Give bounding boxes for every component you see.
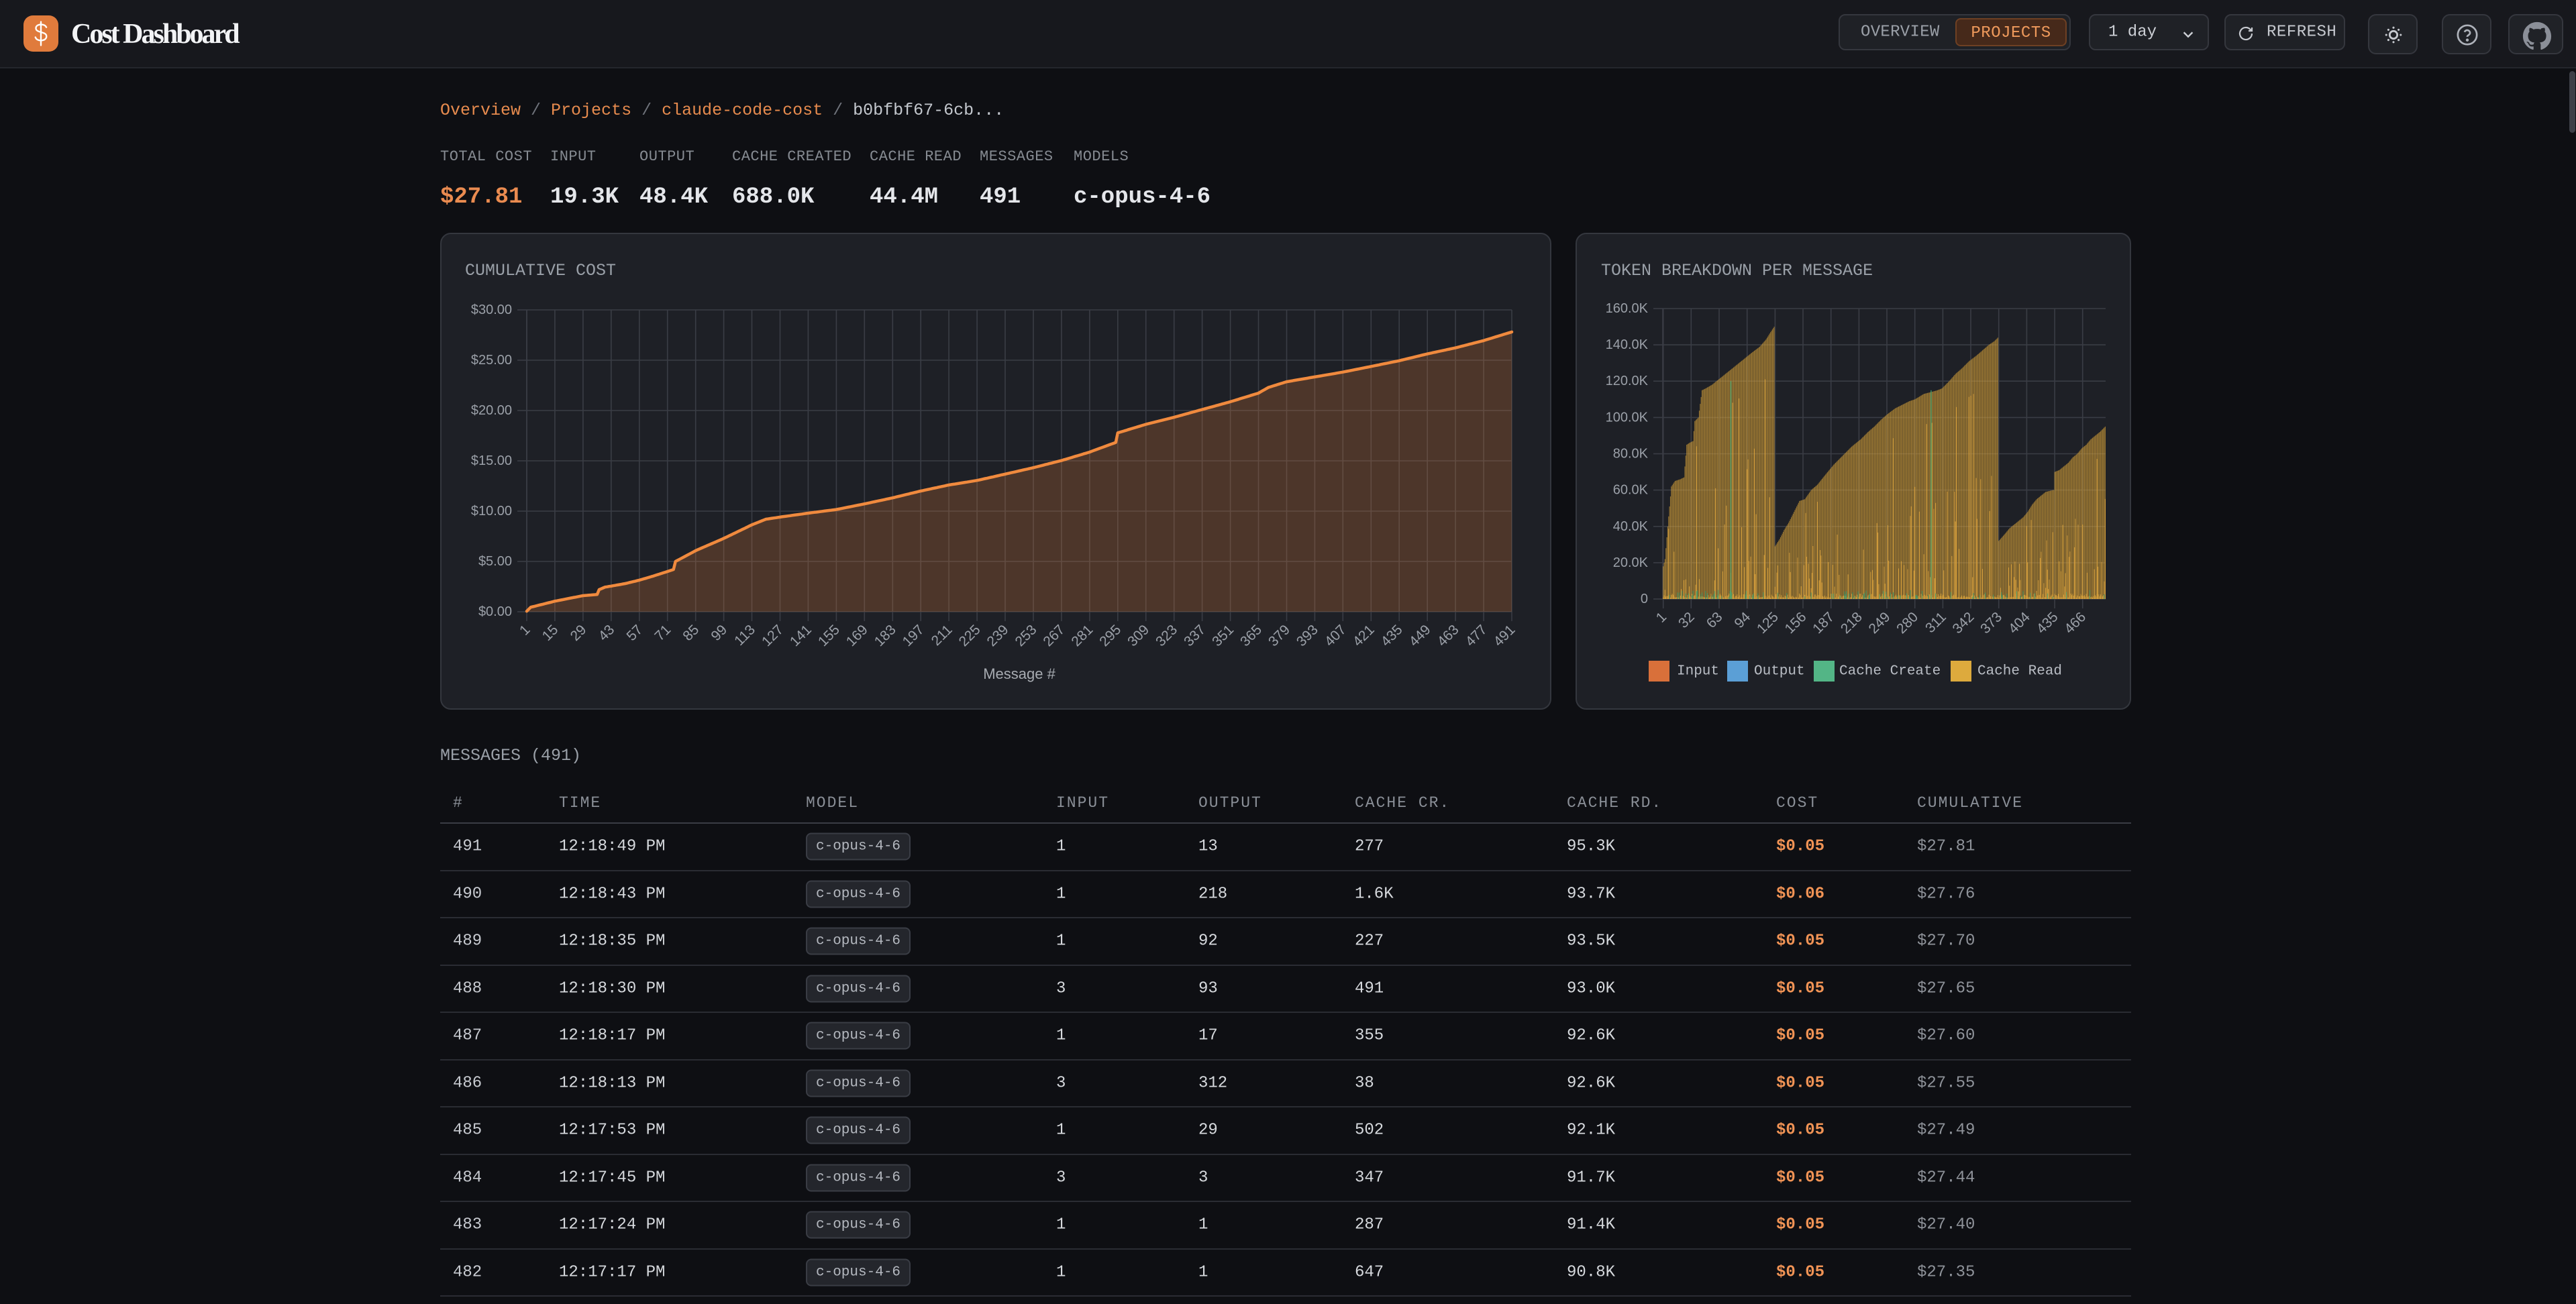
svg-text:267: 267 [1040,622,1068,649]
svg-text:$20.00: $20.00 [471,403,512,418]
svg-text:29: 29 [568,622,590,644]
svg-text:211: 211 [929,622,956,649]
svg-text:80.0K: 80.0K [1613,447,1649,461]
svg-text:169: 169 [843,622,871,649]
svg-text:311: 311 [1922,609,1949,636]
svg-text:$25.00: $25.00 [471,353,512,368]
svg-text:421: 421 [1350,622,1378,649]
svg-text:435: 435 [2034,609,2061,637]
svg-text:253: 253 [1012,622,1039,649]
svg-text:94: 94 [1731,609,1753,631]
svg-text:281: 281 [1068,622,1096,649]
svg-text:435: 435 [1378,622,1406,649]
svg-text:$10.00: $10.00 [471,504,512,519]
svg-text:407: 407 [1322,622,1349,649]
svg-text:Message #: Message # [983,665,1055,682]
svg-text:Cache Read: Cache Read [1977,664,2062,680]
svg-text:404: 404 [2006,609,2033,637]
svg-text:125: 125 [1754,609,1782,637]
svg-text:351: 351 [1209,622,1237,649]
svg-text:373: 373 [1977,609,2005,637]
svg-text:156: 156 [1782,609,1809,637]
svg-text:43: 43 [596,622,618,644]
svg-text:57: 57 [624,622,646,644]
svg-text:Input: Input [1677,664,1719,680]
svg-text:60.0K: 60.0K [1613,483,1649,498]
svg-text:183: 183 [872,622,899,649]
svg-text:280: 280 [1894,609,1921,637]
svg-text:0: 0 [1641,592,1648,606]
svg-text:63: 63 [1704,609,1726,631]
svg-text:295: 295 [1096,622,1124,649]
svg-text:463: 463 [1435,622,1462,649]
svg-text:1: 1 [517,622,533,639]
svg-text:40.0K: 40.0K [1613,519,1649,534]
svg-text:100.0K: 100.0K [1606,410,1649,425]
svg-text:$30.00: $30.00 [471,303,512,317]
svg-text:20.0K: 20.0K [1613,555,1649,570]
svg-text:449: 449 [1406,622,1434,649]
svg-text:71: 71 [652,622,674,644]
svg-text:393: 393 [1294,622,1321,649]
svg-text:127: 127 [759,622,786,649]
svg-text:477: 477 [1463,622,1490,649]
svg-text:466: 466 [2061,609,2089,637]
svg-text:197: 197 [900,622,927,649]
svg-text:85: 85 [680,622,702,644]
svg-text:99: 99 [708,622,730,644]
svg-text:32: 32 [1676,609,1698,631]
svg-text:187: 187 [1810,609,1837,637]
svg-text:160.0K: 160.0K [1606,301,1649,316]
svg-text:113: 113 [731,622,758,649]
svg-text:15: 15 [539,622,562,644]
svg-text:379: 379 [1266,622,1293,649]
svg-text:225: 225 [956,622,984,649]
svg-text:323: 323 [1153,622,1180,649]
svg-text:1: 1 [1653,609,1670,626]
svg-text:Cache Create: Cache Create [1839,664,1941,680]
svg-text:342: 342 [1949,609,1977,637]
svg-text:239: 239 [984,622,1011,649]
svg-text:218: 218 [1838,609,1865,637]
svg-text:365: 365 [1237,622,1265,649]
svg-text:120.0K: 120.0K [1606,374,1649,388]
svg-text:249: 249 [1865,609,1893,637]
svg-text:155: 155 [815,622,843,649]
svg-text:337: 337 [1181,622,1208,649]
svg-text:Output: Output [1754,664,1805,680]
svg-text:$0.00: $0.00 [478,604,512,619]
svg-text:141: 141 [787,622,815,649]
svg-text:$15.00: $15.00 [471,453,512,468]
svg-text:140.0K: 140.0K [1606,337,1649,352]
svg-text:491: 491 [1490,622,1518,649]
svg-text:309: 309 [1125,622,1152,649]
svg-text:$5.00: $5.00 [478,554,512,569]
